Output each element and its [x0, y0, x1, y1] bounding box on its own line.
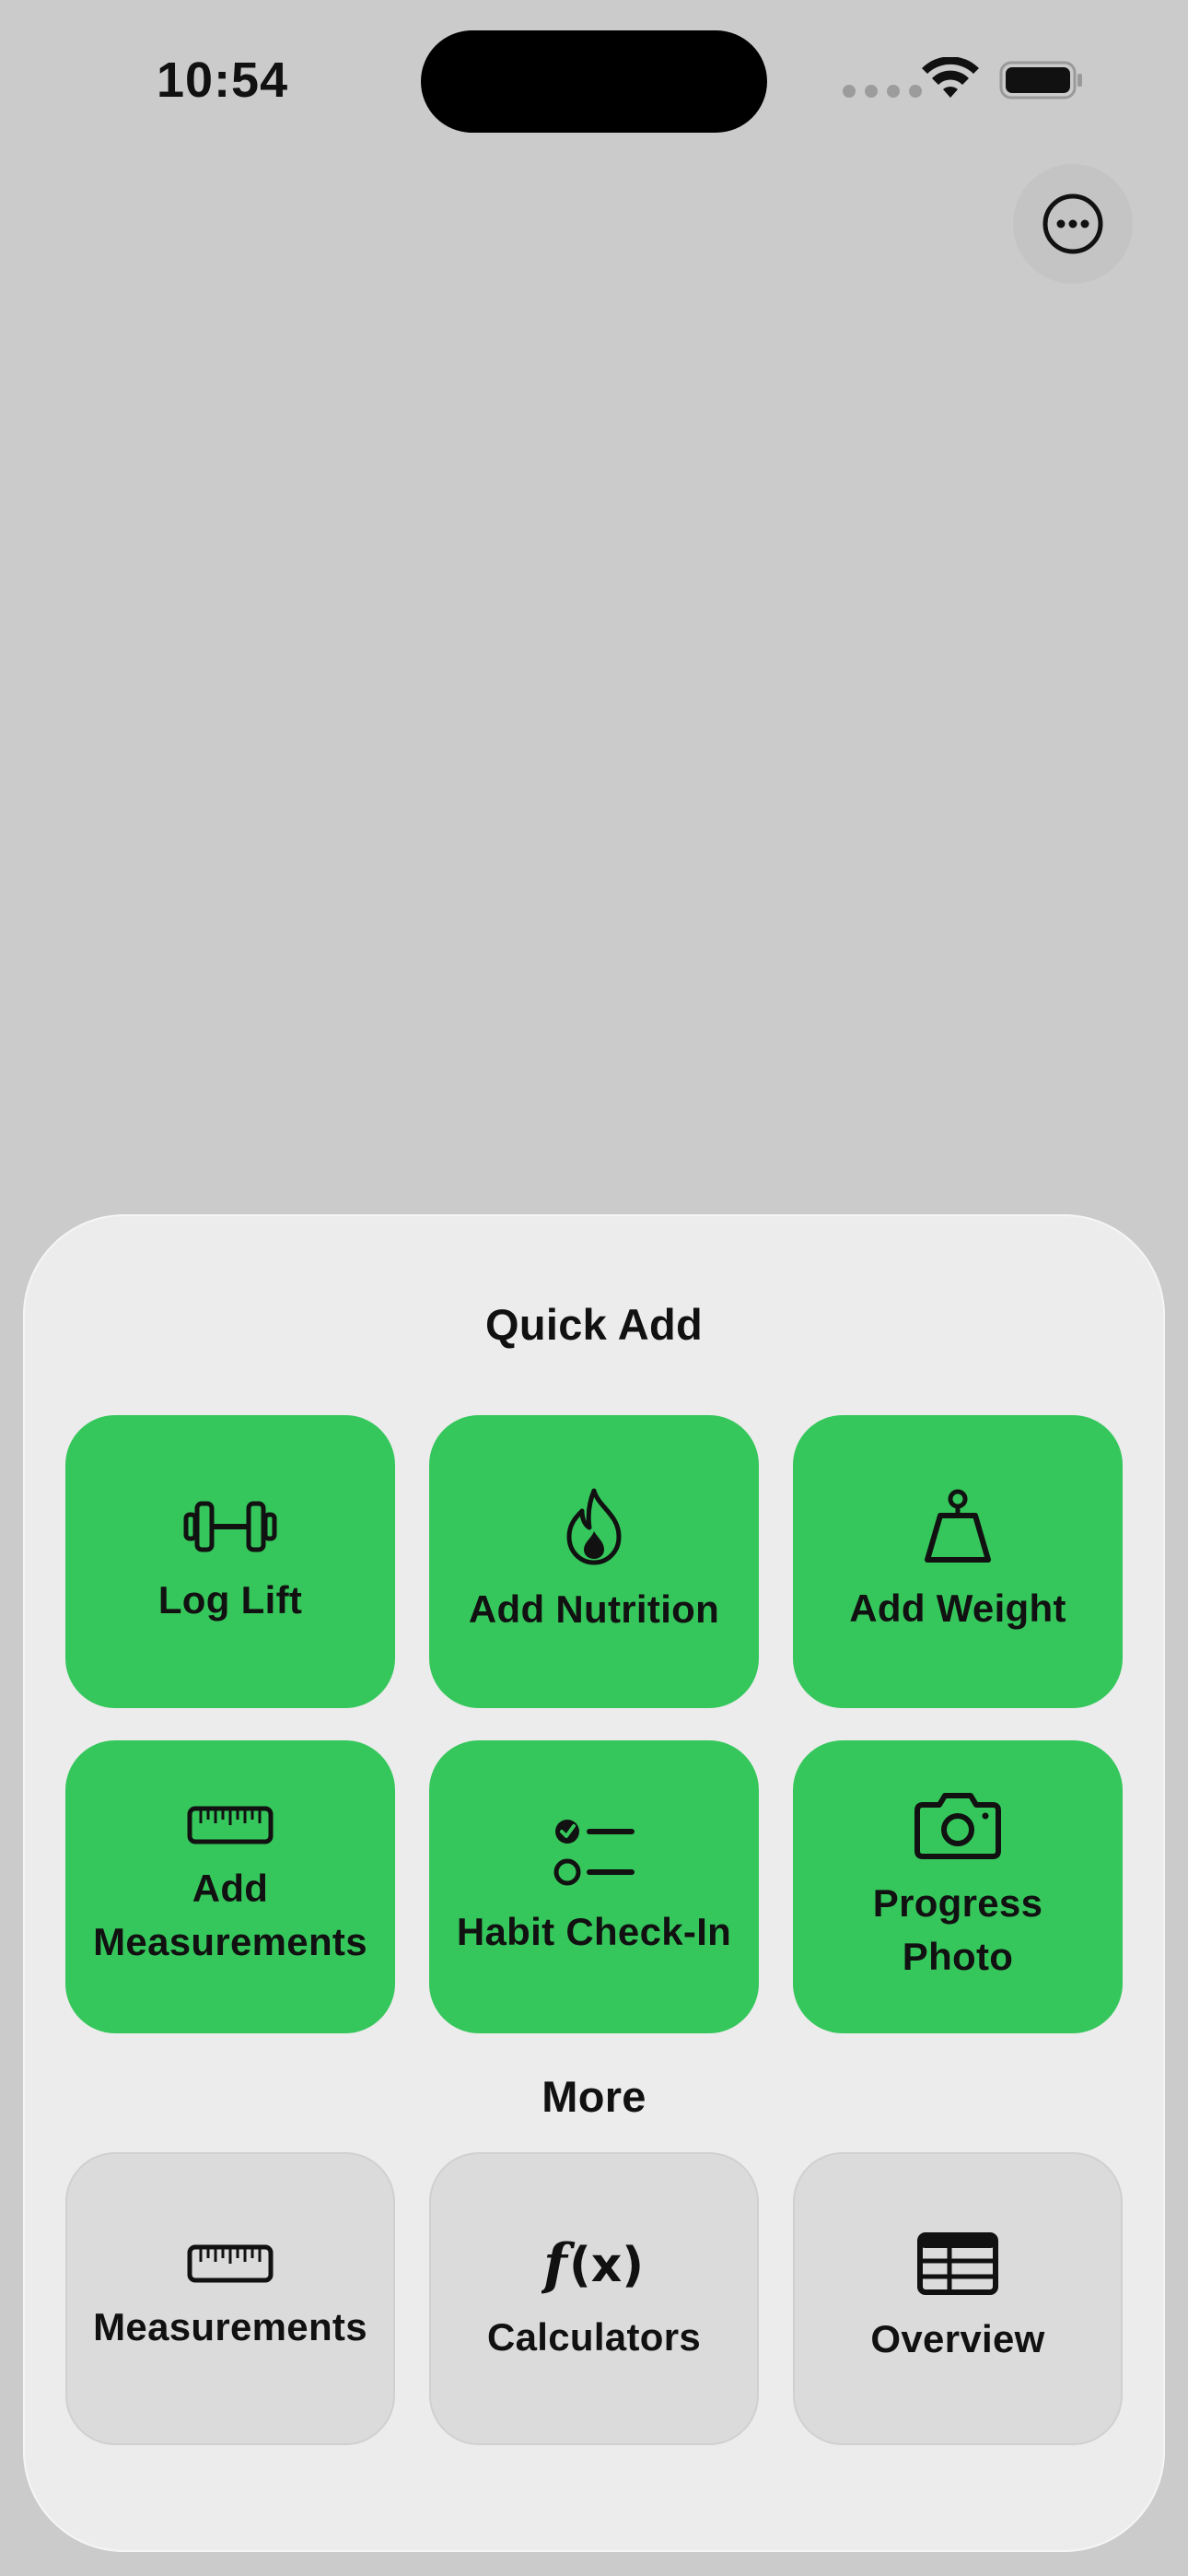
add-weight-button[interactable]: Add Weight — [793, 1415, 1123, 1708]
add-weight-label: Add Weight — [849, 1587, 1066, 1630]
scale-weight-icon — [922, 1488, 994, 1565]
function-icon: f (x) — [542, 2233, 646, 2294]
quick-add-sheet: Quick Add Log Lift Add Nutrition Add Wei… — [23, 1214, 1165, 2552]
cellular-signal-icon — [843, 85, 922, 98]
ruler-icon — [186, 2243, 274, 2284]
add-measurements-label: Add Measurements — [93, 1867, 367, 1963]
add-nutrition-button[interactable]: Add Nutrition — [429, 1415, 759, 1708]
measurements-button[interactable]: Measurements — [65, 2152, 395, 2445]
progress-photo-label: Progress Photo — [872, 1881, 1043, 1978]
camera-icon — [914, 1790, 1002, 1860]
add-nutrition-label: Add Nutrition — [468, 1587, 720, 1631]
habit-check-in-label: Habit Check-In — [456, 1910, 732, 1953]
habit-check-in-button[interactable]: Habit Check-In — [429, 1740, 759, 2033]
more-title: More — [542, 2072, 646, 2121]
battery-icon — [999, 61, 1082, 100]
checklist-icon — [553, 1815, 635, 1889]
flame-icon — [562, 1487, 626, 1566]
progress-photo-button[interactable]: Progress Photo — [793, 1740, 1123, 2033]
status-time: 10:54 — [157, 53, 289, 108]
calculators-label: Calculators — [486, 2315, 702, 2359]
svg-text:(x): (x) — [569, 2238, 644, 2293]
calculators-button[interactable]: f (x) Calculators — [429, 2152, 759, 2445]
ellipsis-circle-icon — [1042, 193, 1103, 254]
log-lift-button[interactable]: Log Lift — [65, 1415, 395, 1708]
add-measurements-button[interactable]: Add Measurements — [65, 1740, 395, 2033]
more-options-button[interactable] — [1013, 164, 1133, 284]
dynamic-island — [421, 30, 767, 133]
quick-add-title: Quick Add — [485, 1300, 703, 1349]
dumbbell-icon — [182, 1496, 278, 1557]
overview-button[interactable]: Overview — [793, 2152, 1123, 2445]
table-icon — [916, 2231, 999, 2296]
log-lift-label: Log Lift — [157, 1578, 303, 1622]
overview-label: Overview — [870, 2317, 1045, 2360]
wifi-icon — [922, 57, 979, 98]
ruler-icon — [186, 1805, 274, 1845]
measurements-label: Measurements — [93, 2305, 367, 2348]
